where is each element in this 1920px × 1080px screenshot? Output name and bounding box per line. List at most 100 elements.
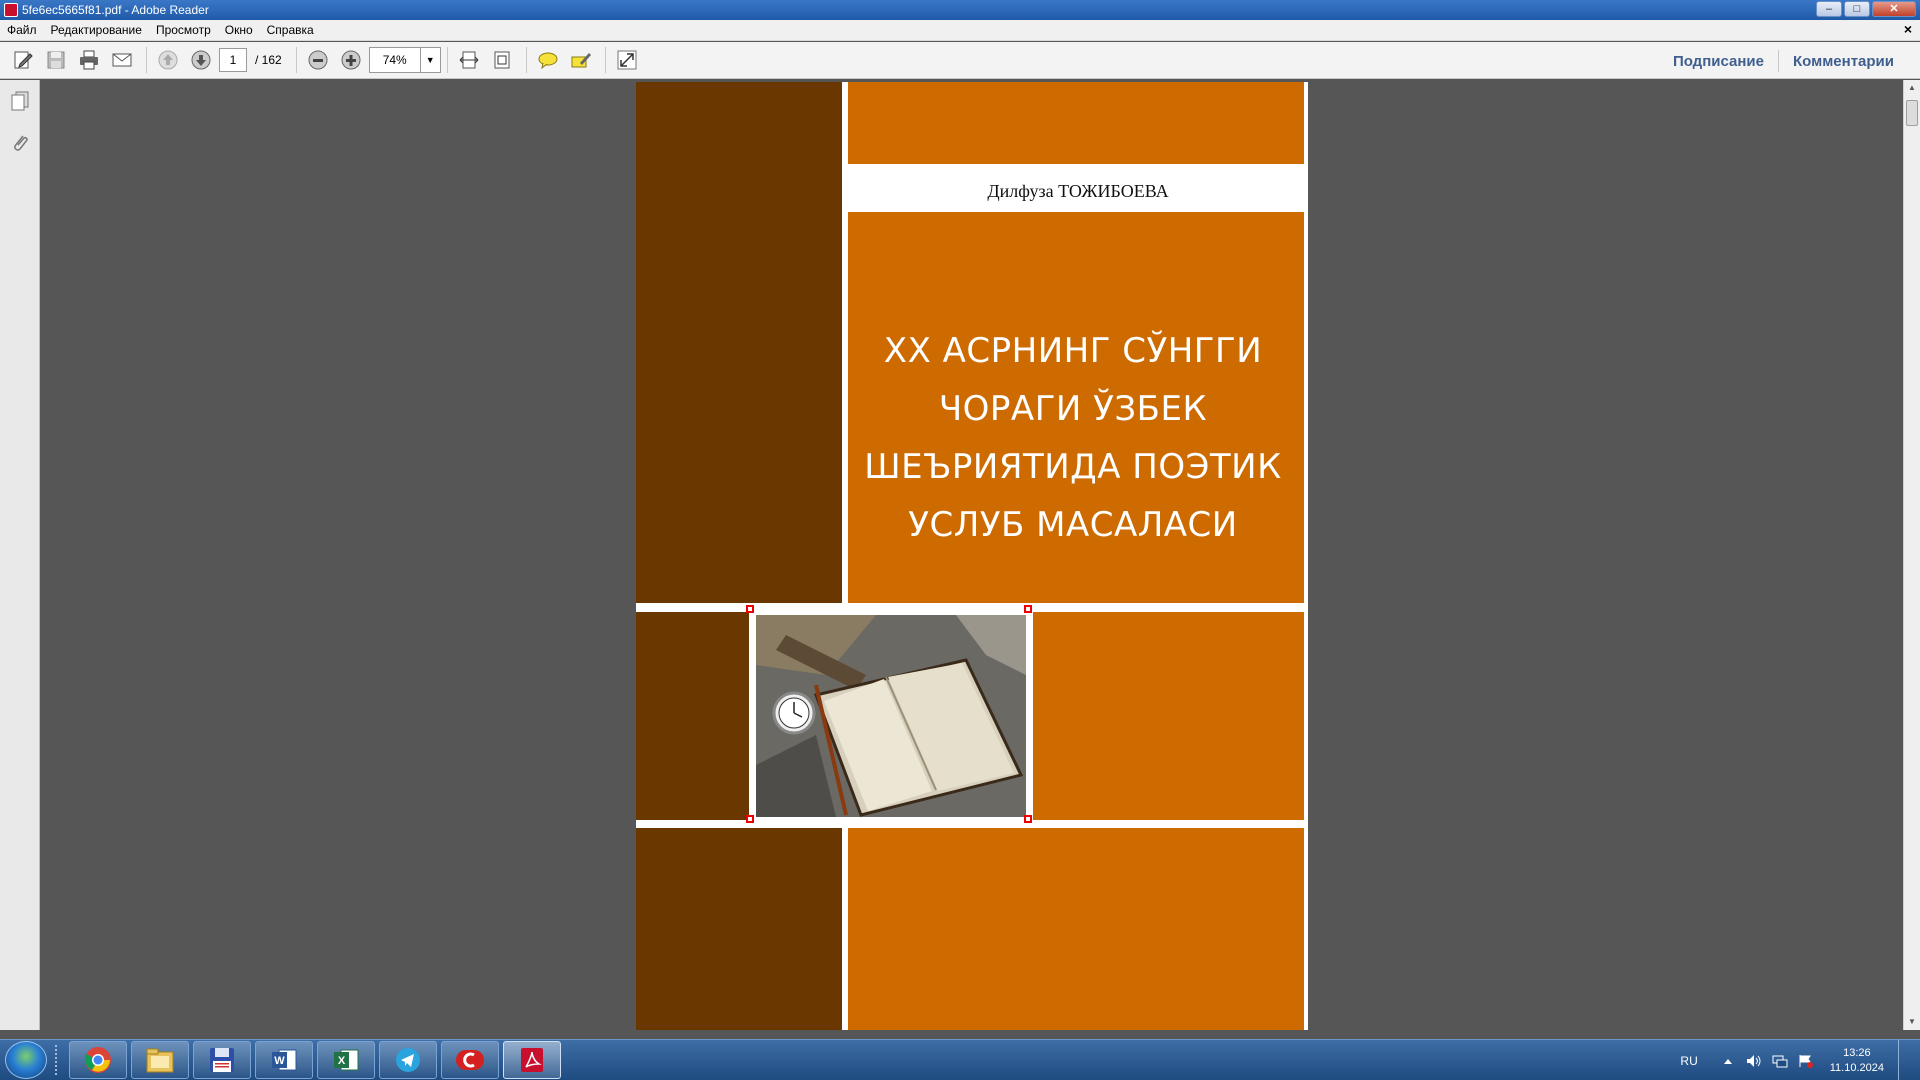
navigation-pane: [0, 80, 40, 1030]
svg-text:X: X: [338, 1055, 346, 1067]
pdf-page: Дилфуза ТОЖИБОЕВА ХХ АСРНИНГ СЎНГГИ ЧОРА…: [636, 82, 1308, 1030]
save-button[interactable]: [41, 46, 71, 74]
title-bar: 5fe6ec5665f81.pdf - Adobe Reader – □ ✕: [0, 0, 1920, 20]
taskbar-save-app[interactable]: [193, 1041, 251, 1079]
word-icon: W: [272, 1049, 297, 1071]
start-button[interactable]: [5, 1041, 47, 1079]
page-number-input[interactable]: 1: [219, 48, 247, 72]
book-title-line: УСЛУБ МАСАЛАСИ: [908, 505, 1238, 545]
selection-handle[interactable]: [1024, 815, 1032, 823]
taskbar-chrome[interactable]: [69, 1041, 127, 1079]
selection-handle[interactable]: [746, 815, 754, 823]
window-title: 5fe6ec5665f81.pdf - Adobe Reader: [22, 3, 209, 17]
clock[interactable]: 13:26 11.10.2024: [1830, 1046, 1884, 1076]
menu-file[interactable]: Файл: [0, 23, 44, 37]
close-document-button[interactable]: ×: [1904, 21, 1912, 37]
system-tray: RU 13:26 11.10.2024: [1680, 1040, 1910, 1080]
fit-page-button[interactable]: [487, 46, 517, 74]
book-title: ХХ АСРНИНГ СЎНГГИ ЧОРАГИ ЎЗБЕК ШЕЪРИЯТИД…: [848, 322, 1298, 554]
toolbar-separator: [525, 47, 527, 73]
taskbar-word[interactable]: W: [255, 1041, 313, 1079]
cover-orange-header: [848, 82, 1304, 164]
toolbar-separator: [295, 47, 297, 73]
create-pdf-button[interactable]: [8, 46, 38, 74]
edit-document-icon: [14, 51, 33, 69]
previous-page-button[interactable]: [153, 46, 183, 74]
telegram-icon: [396, 1048, 420, 1072]
fit-width-icon: [459, 51, 479, 69]
taskbar-file-explorer[interactable]: [131, 1041, 189, 1079]
clock-date: 11.10.2024: [1829, 1061, 1884, 1074]
taskbar-telegram[interactable]: [379, 1041, 437, 1079]
network-icon[interactable]: [1772, 1053, 1788, 1069]
book-title-line: ШЕЪРИЯТИДА ПОЭТИК: [864, 447, 1282, 487]
file-explorer-icon: [146, 1048, 174, 1073]
selection-handle[interactable]: [1024, 605, 1032, 613]
taskbar-adobe-reader[interactable]: [503, 1041, 561, 1079]
save-disk-icon: [47, 51, 65, 69]
menu-edit[interactable]: Редактирование: [44, 23, 149, 37]
cover-dark-block-top: [636, 82, 842, 603]
document-view[interactable]: Дилфуза ТОЖИБОЕВА ХХ АСРНИНГ СЎНГГИ ЧОРА…: [41, 80, 1903, 1030]
media-player-icon: [456, 1050, 484, 1070]
scrolling-mode-button[interactable]: [454, 46, 484, 74]
attachments-button[interactable]: [8, 130, 32, 156]
printer-icon: [80, 50, 98, 70]
chrome-icon: [84, 1047, 111, 1073]
show-desktop-button[interactable]: [1898, 1040, 1910, 1080]
taskbar-excel[interactable]: X: [317, 1041, 375, 1079]
cover-dark-block-bottom: [636, 828, 842, 1030]
comment-bubble-icon: [538, 52, 558, 70]
selection-handle[interactable]: [746, 605, 754, 613]
next-page-button[interactable]: [186, 46, 216, 74]
language-indicator[interactable]: RU: [1680, 1054, 1697, 1068]
save-disk-icon: [210, 1048, 234, 1072]
pages-icon: [11, 91, 29, 111]
book-author: Дилфуза ТОЖИБОЕВА: [987, 181, 1169, 201]
print-button[interactable]: [74, 46, 104, 74]
zoom-out-button[interactable]: [303, 46, 333, 74]
taskbar-media-player[interactable]: [441, 1041, 499, 1079]
close-button[interactable]: ✕: [1872, 1, 1916, 17]
minimize-button[interactable]: –: [1816, 1, 1842, 17]
book-title-line: ЧОРАГИ ЎЗБЕК: [938, 389, 1208, 429]
excel-icon: X: [334, 1049, 359, 1071]
menu-window[interactable]: Окно: [218, 23, 260, 37]
sign-pane-button[interactable]: Подписание: [1659, 53, 1778, 70]
scroll-up-icon[interactable]: ▲: [1904, 80, 1920, 96]
volume-icon[interactable]: [1746, 1053, 1762, 1069]
cover-photo-illustration: [756, 615, 1026, 817]
comment-pane-button[interactable]: Комментарии: [1779, 53, 1908, 70]
cover-photo-book-and-watch: [753, 612, 1029, 820]
windows-taskbar: W X RU 13:26 11.10.2024: [0, 1039, 1920, 1080]
svg-text:W: W: [274, 1055, 285, 1067]
adobe-reader-icon: [521, 1048, 543, 1072]
toolbar-separator: [446, 47, 448, 73]
cover-orange-right-block: [1033, 612, 1304, 820]
toolbar-separator: [146, 47, 147, 73]
add-comment-button[interactable]: [533, 46, 563, 74]
page-thumbnails-button[interactable]: [8, 88, 32, 114]
arrow-up-icon: [158, 50, 178, 70]
menu-help[interactable]: Справка: [260, 23, 321, 37]
chevron-down-icon[interactable]: ▼: [419, 48, 440, 72]
plus-icon: [341, 50, 361, 70]
arrow-down-icon: [191, 50, 211, 70]
menu-view[interactable]: Просмотр: [149, 23, 218, 37]
clock-time: 13:26: [1843, 1046, 1871, 1059]
highlight-button[interactable]: [566, 46, 596, 74]
envelope-icon: [112, 53, 132, 67]
paperclip-icon: [14, 135, 28, 151]
zoom-in-button[interactable]: [336, 46, 366, 74]
scroll-down-icon[interactable]: ▼: [1904, 1014, 1920, 1030]
highlight-pen-icon: [571, 53, 591, 68]
show-hidden-icons-icon[interactable]: [1720, 1053, 1736, 1069]
full-screen-button[interactable]: [612, 46, 642, 74]
vertical-scrollbar[interactable]: ▲ ▼: [1903, 80, 1920, 1030]
window-controls: – □ ✕: [1816, 1, 1916, 17]
scroll-thumb[interactable]: [1906, 100, 1918, 126]
email-button[interactable]: [107, 46, 137, 74]
maximize-button[interactable]: □: [1844, 1, 1870, 17]
zoom-select[interactable]: 74% ▼: [368, 47, 441, 73]
action-center-flag-icon[interactable]: [1798, 1053, 1814, 1069]
